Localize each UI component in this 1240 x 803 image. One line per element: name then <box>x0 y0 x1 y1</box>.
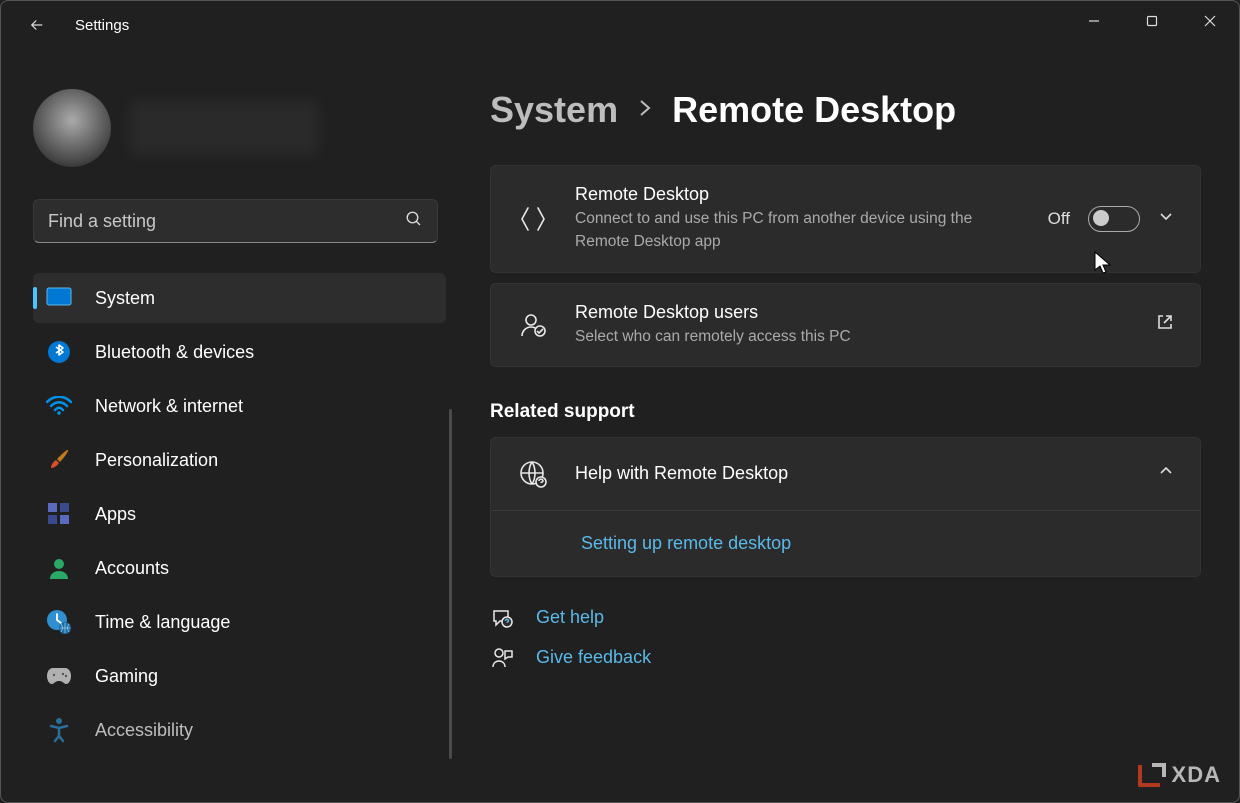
globe-help-icon <box>517 460 549 488</box>
nav-label: Personalization <box>95 450 218 471</box>
main-content: System Remote Desktop Remote Desktop Con… <box>456 49 1239 802</box>
give-feedback-link[interactable]: Give feedback <box>490 647 1201 669</box>
avatar <box>33 89 111 167</box>
get-help-link[interactable]: Get help <box>490 607 1201 629</box>
wifi-icon <box>45 392 73 420</box>
sidebar-item-personalization[interactable]: Personalization <box>33 435 446 485</box>
back-button[interactable] <box>19 16 55 34</box>
close-icon <box>1204 15 1216 27</box>
sidebar-scrollbar[interactable] <box>449 409 452 759</box>
toggle-state-label: Off <box>1048 209 1070 229</box>
card-title: Remote Desktop <box>575 184 1048 205</box>
chevron-up-icon <box>1158 463 1174 484</box>
titlebar: Settings <box>1 1 1239 49</box>
related-support-heading: Related support <box>490 401 1201 423</box>
breadcrumb: System Remote Desktop <box>490 89 1201 131</box>
nav-label: System <box>95 288 155 309</box>
system-icon <box>45 284 73 312</box>
account-block[interactable] <box>33 89 446 167</box>
card-description: Connect to and use this PC from another … <box>575 207 995 254</box>
setup-remote-desktop-link[interactable]: Setting up remote desktop <box>581 533 791 553</box>
expander-title: Help with Remote Desktop <box>575 463 1158 484</box>
breadcrumb-current: Remote Desktop <box>672 89 956 131</box>
xda-watermark: XDA <box>1138 762 1221 788</box>
nav-label: Apps <box>95 504 136 525</box>
remote-desktop-card[interactable]: Remote Desktop Connect to and use this P… <box>490 165 1201 273</box>
sidebar-item-network[interactable]: Network & internet <box>33 381 446 431</box>
account-name-redacted <box>129 101 319 155</box>
sidebar-item-accounts[interactable]: Accounts <box>33 543 446 593</box>
maximize-icon <box>1146 15 1158 27</box>
watermark-text: XDA <box>1172 762 1221 788</box>
sidebar-item-apps[interactable]: Apps <box>33 489 446 539</box>
chevron-right-icon <box>638 96 652 124</box>
remote-desktop-toggle[interactable] <box>1088 206 1140 232</box>
toggle-knob <box>1093 210 1109 226</box>
search-box[interactable] <box>33 199 438 243</box>
app-title: Settings <box>75 17 129 34</box>
nav-label: Bluetooth & devices <box>95 342 254 363</box>
sidebar-item-gaming[interactable]: Gaming <box>33 651 446 701</box>
breadcrumb-parent[interactable]: System <box>490 89 618 131</box>
bluetooth-icon <box>45 338 73 366</box>
nav-label: Accessibility <box>95 720 193 741</box>
help-expander-header[interactable]: Help with Remote Desktop <box>491 438 1200 510</box>
minimize-icon <box>1088 15 1100 27</box>
nav-label: Gaming <box>95 666 158 687</box>
users-icon <box>517 311 549 339</box>
apps-icon <box>45 500 73 528</box>
external-link-icon <box>1156 313 1174 336</box>
chevron-down-icon[interactable] <box>1158 208 1174 229</box>
window-controls <box>1065 1 1239 41</box>
sidebar-item-time-language[interactable]: Time & language <box>33 597 446 647</box>
arrow-left-icon <box>28 16 46 34</box>
sidebar-item-bluetooth[interactable]: Bluetooth & devices <box>33 327 446 377</box>
footer-link-label: Get help <box>536 607 604 628</box>
nav-label: Network & internet <box>95 396 243 417</box>
remote-desktop-users-card[interactable]: Remote Desktop users Select who can remo… <box>490 283 1201 367</box>
card-description: Select who can remotely access this PC <box>575 325 995 348</box>
minimize-button[interactable] <box>1065 1 1123 41</box>
sidebar: System Bluetooth & devices Network & int… <box>1 49 456 802</box>
help-expander-body: Setting up remote desktop <box>491 510 1200 576</box>
gamepad-icon <box>45 662 73 690</box>
search-input[interactable] <box>48 211 405 232</box>
sidebar-item-system[interactable]: System <box>33 273 446 323</box>
person-icon <box>45 554 73 582</box>
nav-list: System Bluetooth & devices Network & int… <box>33 273 446 755</box>
nav-label: Accounts <box>95 558 169 579</box>
close-button[interactable] <box>1181 1 1239 41</box>
footer-links: Get help Give feedback <box>490 607 1201 669</box>
footer-link-label: Give feedback <box>536 647 651 668</box>
help-expander: Help with Remote Desktop Setting up remo… <box>490 437 1201 577</box>
accessibility-icon <box>45 716 73 744</box>
feedback-icon <box>490 647 514 669</box>
nav-label: Time & language <box>95 612 230 633</box>
card-title: Remote Desktop users <box>575 302 1156 323</box>
clock-globe-icon <box>45 608 73 636</box>
chat-help-icon <box>490 607 514 629</box>
search-icon <box>405 210 423 233</box>
maximize-button[interactable] <box>1123 1 1181 41</box>
remote-screen-icon <box>517 205 549 233</box>
paintbrush-icon <box>45 446 73 474</box>
sidebar-item-accessibility[interactable]: Accessibility <box>33 705 446 755</box>
